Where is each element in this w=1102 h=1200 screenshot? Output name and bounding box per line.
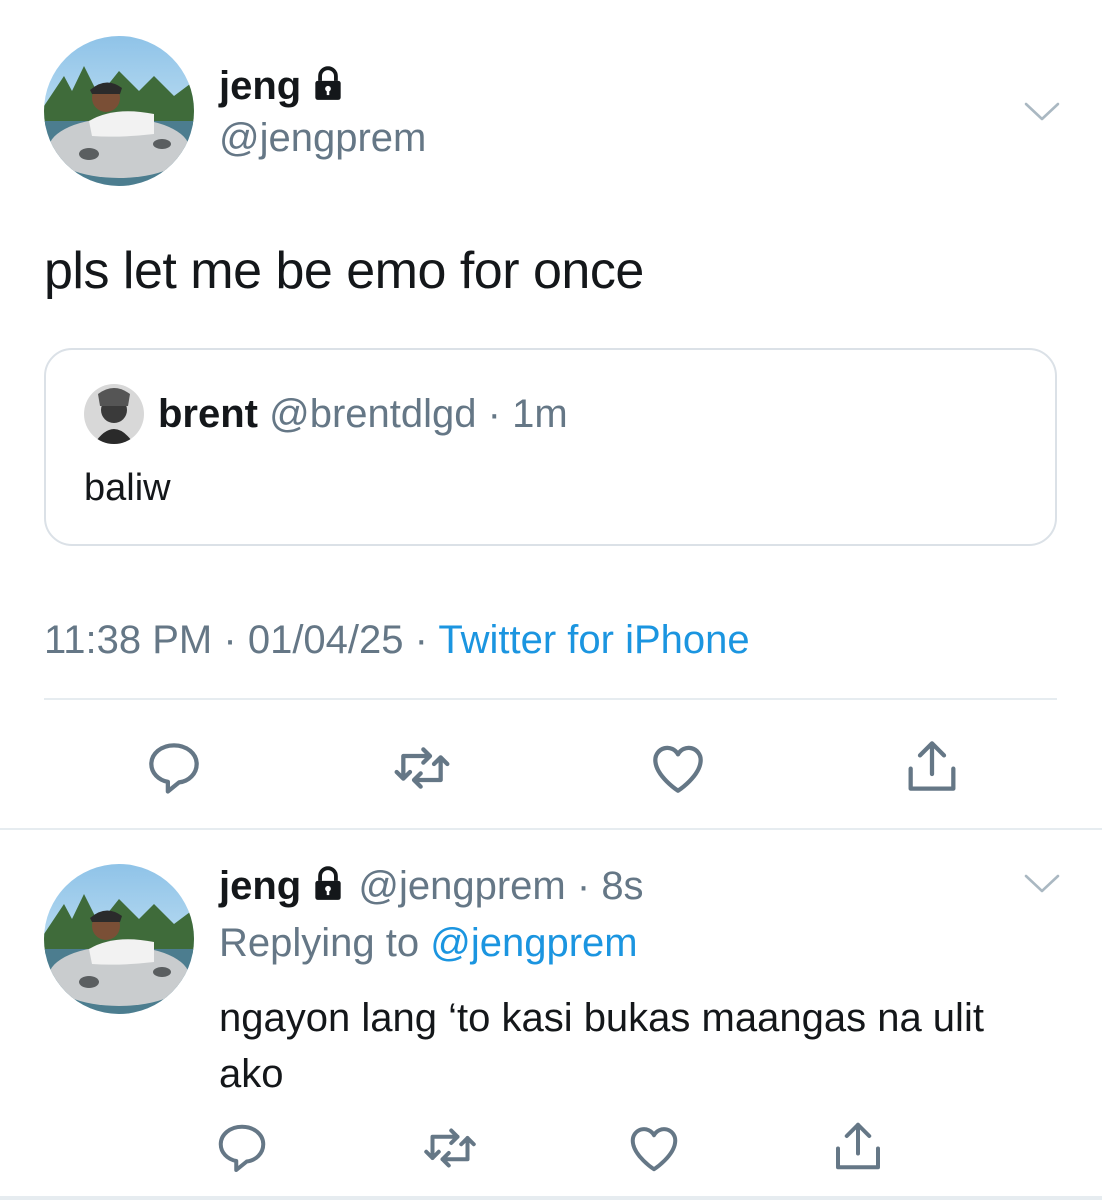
share-icon[interactable] [828, 1116, 888, 1176]
avatar-image [44, 36, 194, 186]
separator-dot: · [414, 618, 428, 662]
reply-icon[interactable] [212, 1118, 272, 1178]
user-handle[interactable]: @jengprem [358, 864, 565, 908]
tweet-age: 8s [601, 864, 644, 908]
tweet-date: 01/04/25 [247, 618, 404, 662]
tweet-source-link[interactable]: Twitter for iPhone [438, 618, 749, 662]
quoted-age: 1m [512, 392, 568, 436]
replying-to: Replying to @jengprem [219, 916, 638, 970]
tweet-time: 11:38 PM [44, 618, 213, 662]
display-name[interactable]: jeng [219, 864, 301, 908]
divider [0, 828, 1102, 830]
tweet-text: pls let me be emo for once [44, 242, 644, 300]
avatar-image [44, 864, 194, 1014]
divider [0, 1196, 1102, 1200]
profile-avatar[interactable] [44, 864, 194, 1014]
profile-avatar[interactable] [44, 36, 194, 186]
quoted-header: brent @brentdlgd · 1m [158, 388, 568, 440]
reply-icon[interactable] [142, 736, 206, 800]
user-handle[interactable]: @jengprem [219, 112, 426, 164]
quoted-display-name: brent [158, 392, 258, 436]
lock-icon [309, 865, 347, 903]
share-icon[interactable] [900, 734, 964, 798]
chevron-down-icon[interactable] [1022, 872, 1062, 896]
quoted-handle: @brentdlgd [269, 392, 477, 436]
divider [44, 698, 1057, 700]
separator-dot: · [576, 864, 591, 908]
like-icon[interactable] [646, 736, 710, 800]
separator-dot: · [223, 618, 237, 662]
separator-dot: · [487, 392, 501, 436]
chevron-down-icon[interactable] [1022, 100, 1062, 124]
quoted-avatar [84, 384, 144, 444]
quoted-text: baliw [84, 467, 171, 509]
display-name[interactable]: jeng [219, 56, 347, 116]
quoted-tweet[interactable]: brent @brentdlgd · 1m baliw [44, 348, 1057, 546]
retweet-icon[interactable] [420, 1118, 480, 1178]
replying-prefix: Replying to [219, 921, 420, 965]
retweet-icon[interactable] [390, 736, 454, 800]
lock-icon [309, 65, 347, 103]
tweet-text: ngayon lang ‘to kasi bukas maangas na ul… [219, 996, 984, 1096]
like-icon[interactable] [624, 1118, 684, 1178]
reply-header: jeng @jengprem · 8s [219, 856, 644, 916]
mention-link[interactable]: @jengprem [430, 921, 637, 965]
tweet-meta: 11:38 PM · 01/04/25 · Twitter for iPhone [44, 614, 750, 666]
